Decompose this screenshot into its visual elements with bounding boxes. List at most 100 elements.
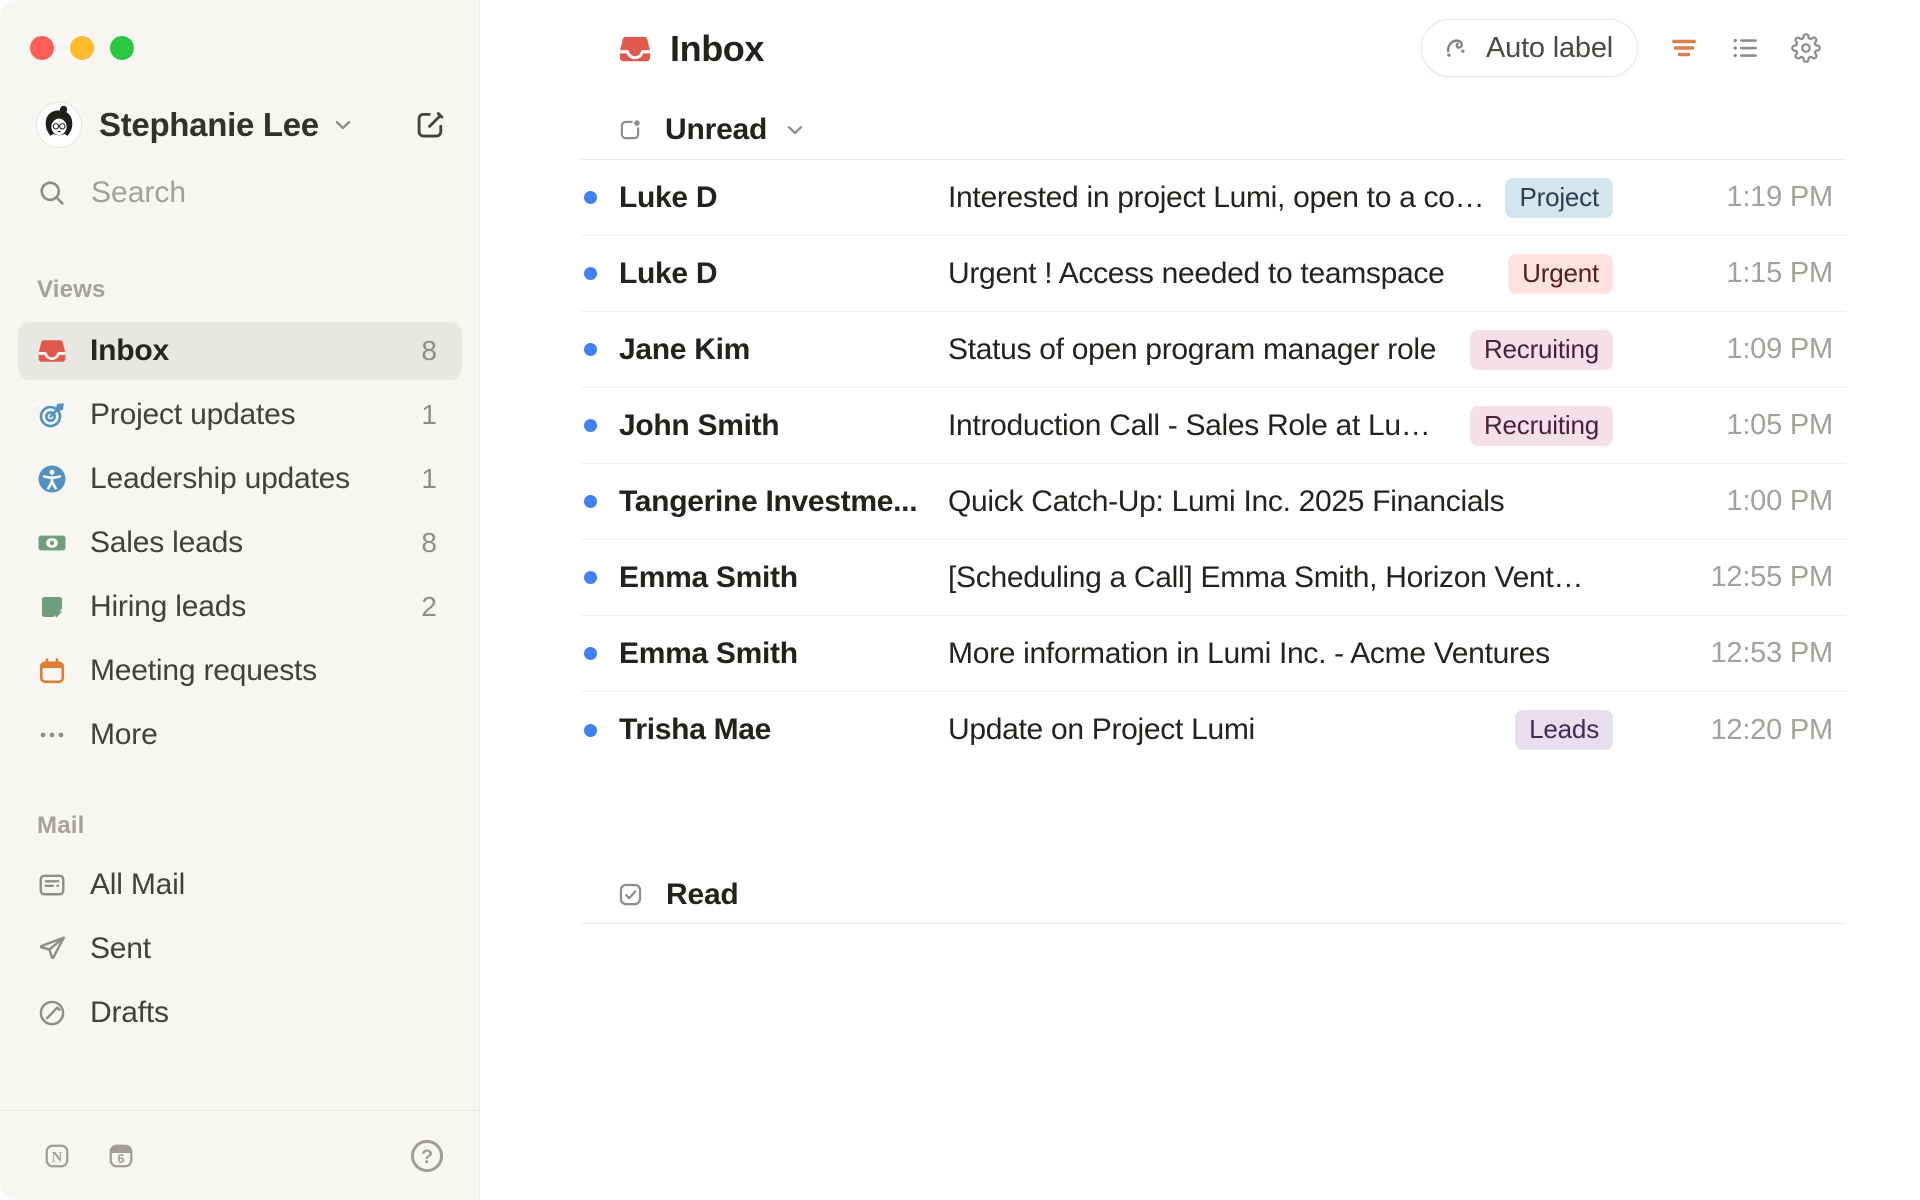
email-time: 1:19 PM (1726, 181, 1833, 213)
sidebar-item-more[interactable]: More (18, 706, 462, 764)
inbox-icon (37, 336, 67, 366)
sidebar-footer: N 6 ? (0, 1110, 479, 1200)
settings-button[interactable] (1791, 33, 1821, 63)
sidebar-item-count: 2 (421, 591, 437, 622)
auto-label-button[interactable]: Auto label (1421, 19, 1638, 77)
sidebar-item-meeting-requests[interactable]: Meeting requests (18, 642, 462, 700)
help-icon[interactable]: ? (408, 1137, 446, 1175)
sidebar-item-label: Hiring leads (90, 590, 247, 623)
main-panel: Inbox Auto label Unread Luke D Intereste… (481, 0, 1920, 1200)
chevron-down-icon (783, 118, 807, 142)
search-input[interactable]: Search (37, 176, 186, 210)
search-placeholder: Search (91, 176, 187, 209)
account-switcher[interactable]: Stephanie Lee (37, 102, 447, 148)
close-window-button[interactable] (30, 36, 54, 60)
sidebar-item-label: Sales leads (90, 526, 243, 559)
email-sender: John Smith (619, 408, 780, 442)
email-row[interactable]: John Smith Introduction Call - Sales Role… (581, 388, 1846, 464)
sidebar-item-count: 8 (421, 335, 437, 366)
list-view-button[interactable] (1730, 33, 1760, 63)
sidebar-item-all-mail[interactable]: All Mail (18, 856, 462, 914)
unread-dot (584, 191, 597, 204)
drafts-icon (37, 998, 67, 1028)
unread-group-header[interactable]: Unread (581, 100, 1846, 160)
email-row[interactable]: Luke D Urgent ! Access needed to teamspac… (581, 236, 1846, 312)
sidebar-item-label: Sent (90, 932, 151, 965)
read-group-header[interactable]: Read (581, 866, 1846, 924)
email-time: 1:05 PM (1726, 409, 1833, 441)
sidebar-item-project-updates[interactable]: Project updates 1 (18, 386, 462, 444)
email-row[interactable]: Tangerine Investme... Quick Catch-Up: Lum… (581, 464, 1846, 540)
sidebar-item-hiring-leads[interactable]: Hiring leads 2 (18, 578, 462, 636)
svg-text:?: ? (421, 1145, 433, 1167)
unread-dot (584, 723, 597, 737)
email-subject: Update on Project Lumi (948, 713, 1255, 746)
email-sender: Emma Smith (619, 636, 798, 670)
filter-button[interactable] (1669, 33, 1699, 63)
unread-dot (584, 571, 597, 584)
minimize-window-button[interactable] (70, 36, 94, 60)
read-group-label: Read (666, 877, 739, 911)
email-row[interactable]: Luke D Interested in project Lumi, open t… (581, 160, 1846, 236)
page-title-wrap: Inbox (618, 28, 764, 70)
unread-icon (617, 117, 643, 143)
unread-dot (584, 419, 597, 432)
views-section-title: Views (37, 276, 106, 303)
email-subject: Urgent ! Access needed to teamspace (948, 256, 1445, 290)
email-time: 1:00 PM (1726, 485, 1833, 517)
sidebar: Stephanie Lee Search Views Inbox 8 Project… (0, 0, 480, 1200)
unread-dot (584, 267, 597, 280)
email-row[interactable]: Emma Smith [Scheduling a Call] Emma Smith… (581, 540, 1846, 616)
sidebar-item-sales-leads[interactable]: Sales leads 8 (18, 514, 462, 572)
unread-dot (584, 495, 597, 508)
window-controls (30, 36, 134, 60)
svg-text:6: 6 (117, 1151, 124, 1166)
notion-logo-icon[interactable]: N (43, 1142, 71, 1170)
toolbar: Auto label (1421, 19, 1821, 77)
unread-group-label: Unread (665, 112, 768, 146)
email-time: 12:55 PM (1710, 561, 1833, 593)
auto-label-wand-icon (1442, 33, 1472, 63)
inbox-icon (618, 32, 652, 66)
compose-button[interactable] (413, 108, 447, 142)
email-sender: Trisha Mae (619, 713, 772, 746)
sidebar-item-count: 8 (421, 527, 437, 558)
email-row[interactable]: Trisha Mae Update on Project Lumi Leads 12:… (581, 692, 1846, 768)
sidebar-item-inbox[interactable]: Inbox 8 (18, 322, 462, 380)
sidebar-item-leadership-updates[interactable]: Leadership updates 1 (18, 450, 462, 508)
label-badge: Urgent (1508, 253, 1613, 294)
mail-nav: All Mail Sent Drafts (18, 856, 462, 1048)
email-subject: Interested in project Lumi, open to a co… (948, 180, 1506, 214)
label-badge: Recruiting (1469, 405, 1613, 446)
sidebar-item-label: Meeting requests (90, 654, 317, 687)
sidebar-item-drafts[interactable]: Drafts (18, 984, 462, 1042)
email-time: 12:20 PM (1710, 713, 1833, 746)
calendar-6-icon[interactable]: 6 (107, 1142, 135, 1170)
sidebar-item-sent[interactable]: Sent (18, 920, 462, 978)
email-sender: Emma Smith (619, 560, 798, 594)
sidebar-item-label: Inbox (90, 334, 169, 367)
sidebar-item-label: Project updates (90, 398, 296, 431)
email-row[interactable]: Emma Smith More information in Lumi Inc. … (581, 616, 1846, 692)
email-subject: [Scheduling a Call] Emma Smith, Horizon … (948, 560, 1613, 594)
list-icon (1733, 38, 1757, 58)
email-sender: Luke D (619, 256, 718, 290)
calendar-icon (37, 656, 67, 686)
unread-dot (584, 343, 597, 356)
sidebar-item-label: More (90, 718, 158, 751)
ellipsis-icon (37, 720, 67, 750)
accessibility-icon (37, 464, 67, 494)
gear-icon (1791, 33, 1821, 63)
target-icon (37, 400, 67, 430)
account-name: Stephanie Lee (99, 106, 319, 143)
email-list-panel: Unread Luke D Interested in project Lumi,… (581, 100, 1846, 924)
sidebar-item-label: Drafts (90, 996, 169, 1029)
zoom-window-button[interactable] (110, 36, 134, 60)
email-sender: Tangerine Investme... (619, 484, 918, 518)
email-subject: Quick Catch-Up: Lumi Inc. 2025 Financial… (948, 484, 1505, 518)
email-list: Luke D Interested in project Lumi, open t… (581, 160, 1846, 768)
chevron-down-icon (331, 113, 355, 137)
email-time: 1:15 PM (1726, 257, 1833, 289)
filter-icon (1672, 39, 1696, 57)
email-row[interactable]: Jane Kim Status of open program manager r… (581, 312, 1846, 388)
